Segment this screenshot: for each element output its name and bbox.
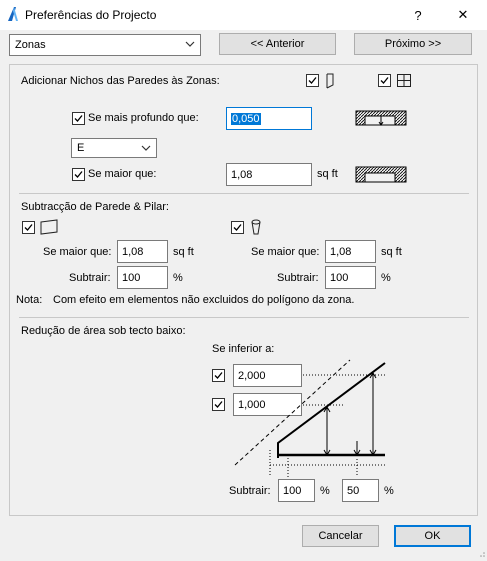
- niche-type-value: E: [77, 142, 85, 154]
- next-button[interactable]: Próximo >>: [354, 33, 472, 55]
- if-lower-than-label: Se inferior a:: [212, 343, 275, 355]
- column-subtract-unit: %: [381, 272, 391, 284]
- resize-grip-icon[interactable]: [476, 548, 486, 561]
- wall-area-input[interactable]: 1,08: [117, 240, 168, 263]
- ceiling-subtract2-value: 50: [347, 484, 360, 497]
- help-button[interactable]: ?: [395, 0, 441, 30]
- column-area-input[interactable]: 1,08: [325, 240, 376, 263]
- note-text: Com efeito em elementos não excluidos do…: [53, 294, 355, 306]
- wall-larger-than-label: Se maior que:: [43, 246, 112, 258]
- wall-subtract-value: 100: [122, 271, 141, 284]
- chevron-down-icon: [141, 145, 151, 151]
- niche-type-dropdown[interactable]: E: [71, 138, 157, 158]
- niche-area-unit: sq ft: [317, 168, 338, 180]
- wall-area-unit: sq ft: [173, 246, 194, 258]
- close-button[interactable]: ✕: [440, 0, 486, 30]
- chevron-down-icon: [185, 41, 195, 47]
- ceiling-subtract-label: Subtrair:: [229, 485, 271, 497]
- ok-button[interactable]: OK: [394, 525, 471, 547]
- niche-area-input[interactable]: 1,08: [226, 163, 312, 186]
- cancel-button[interactable]: Cancelar: [302, 525, 379, 547]
- ceiling-subtract2-input[interactable]: 50: [342, 479, 379, 502]
- niche-wall-checkbox[interactable]: [306, 74, 319, 87]
- note-label: Nota:: [16, 294, 43, 306]
- subtraction-heading: Subtracção de Parede & Pilar:: [21, 201, 169, 213]
- category-dropdown[interactable]: Zonas: [9, 34, 201, 56]
- wall-area-value: 1,08: [122, 245, 144, 258]
- column-area-unit: sq ft: [381, 246, 402, 258]
- wall-subtract-unit: %: [173, 272, 183, 284]
- niche-area-diagram-icon: [355, 165, 407, 188]
- slab-niche-icon: [396, 73, 412, 91]
- depth-input-value: 0,050: [231, 112, 261, 125]
- previous-button[interactable]: << Anterior: [219, 33, 336, 55]
- ceiling-subtract1-value: 100: [283, 484, 302, 497]
- wall-subtract-input[interactable]: 100: [117, 266, 168, 289]
- ceiling-subtract1-input[interactable]: 100: [278, 479, 315, 502]
- niche-slab-checkbox[interactable]: [378, 74, 391, 87]
- depth-input[interactable]: 0,050: [226, 107, 312, 130]
- niche-depth-diagram-icon: [355, 108, 407, 131]
- deeper-than-label: Se mais profundo que:: [88, 112, 199, 124]
- ceiling-subtract2-unit: %: [384, 485, 394, 497]
- column-subtract-value: 100: [330, 271, 349, 284]
- ceiling-subtract1-unit: %: [320, 485, 330, 497]
- column-subtract-label: Subtrair:: [277, 272, 319, 284]
- niches-heading: Adicionar Nichos das Paredes às Zonas:: [21, 75, 220, 87]
- column-larger-than-label: Se maior que:: [251, 246, 320, 258]
- low-ceiling-diagram: [230, 355, 390, 480]
- window-title: Preferências do Projecto: [25, 8, 157, 22]
- column-icon: [250, 219, 262, 239]
- niche-area-value: 1,08: [231, 168, 253, 181]
- larger-than-checkbox[interactable]: [72, 168, 85, 181]
- wall-niche-icon: [324, 73, 336, 92]
- height2-checkbox[interactable]: [212, 398, 225, 411]
- wall-icon: [39, 219, 59, 238]
- wall-subtract-label: Subtrair:: [69, 272, 111, 284]
- low-ceiling-heading: Redução de área sob tecto baixo:: [21, 325, 186, 337]
- wall-subtract-checkbox[interactable]: [22, 221, 35, 234]
- section-divider: [19, 193, 469, 194]
- column-area-value: 1,08: [330, 245, 352, 258]
- column-subtract-input[interactable]: 100: [325, 266, 376, 289]
- column-subtract-checkbox[interactable]: [231, 221, 244, 234]
- larger-than-label: Se maior que:: [88, 168, 157, 180]
- category-dropdown-value: Zonas: [15, 39, 46, 51]
- deeper-than-checkbox[interactable]: [72, 112, 85, 125]
- section-divider: [19, 317, 469, 318]
- archicad-app-icon: [7, 6, 19, 22]
- height1-checkbox[interactable]: [212, 369, 225, 382]
